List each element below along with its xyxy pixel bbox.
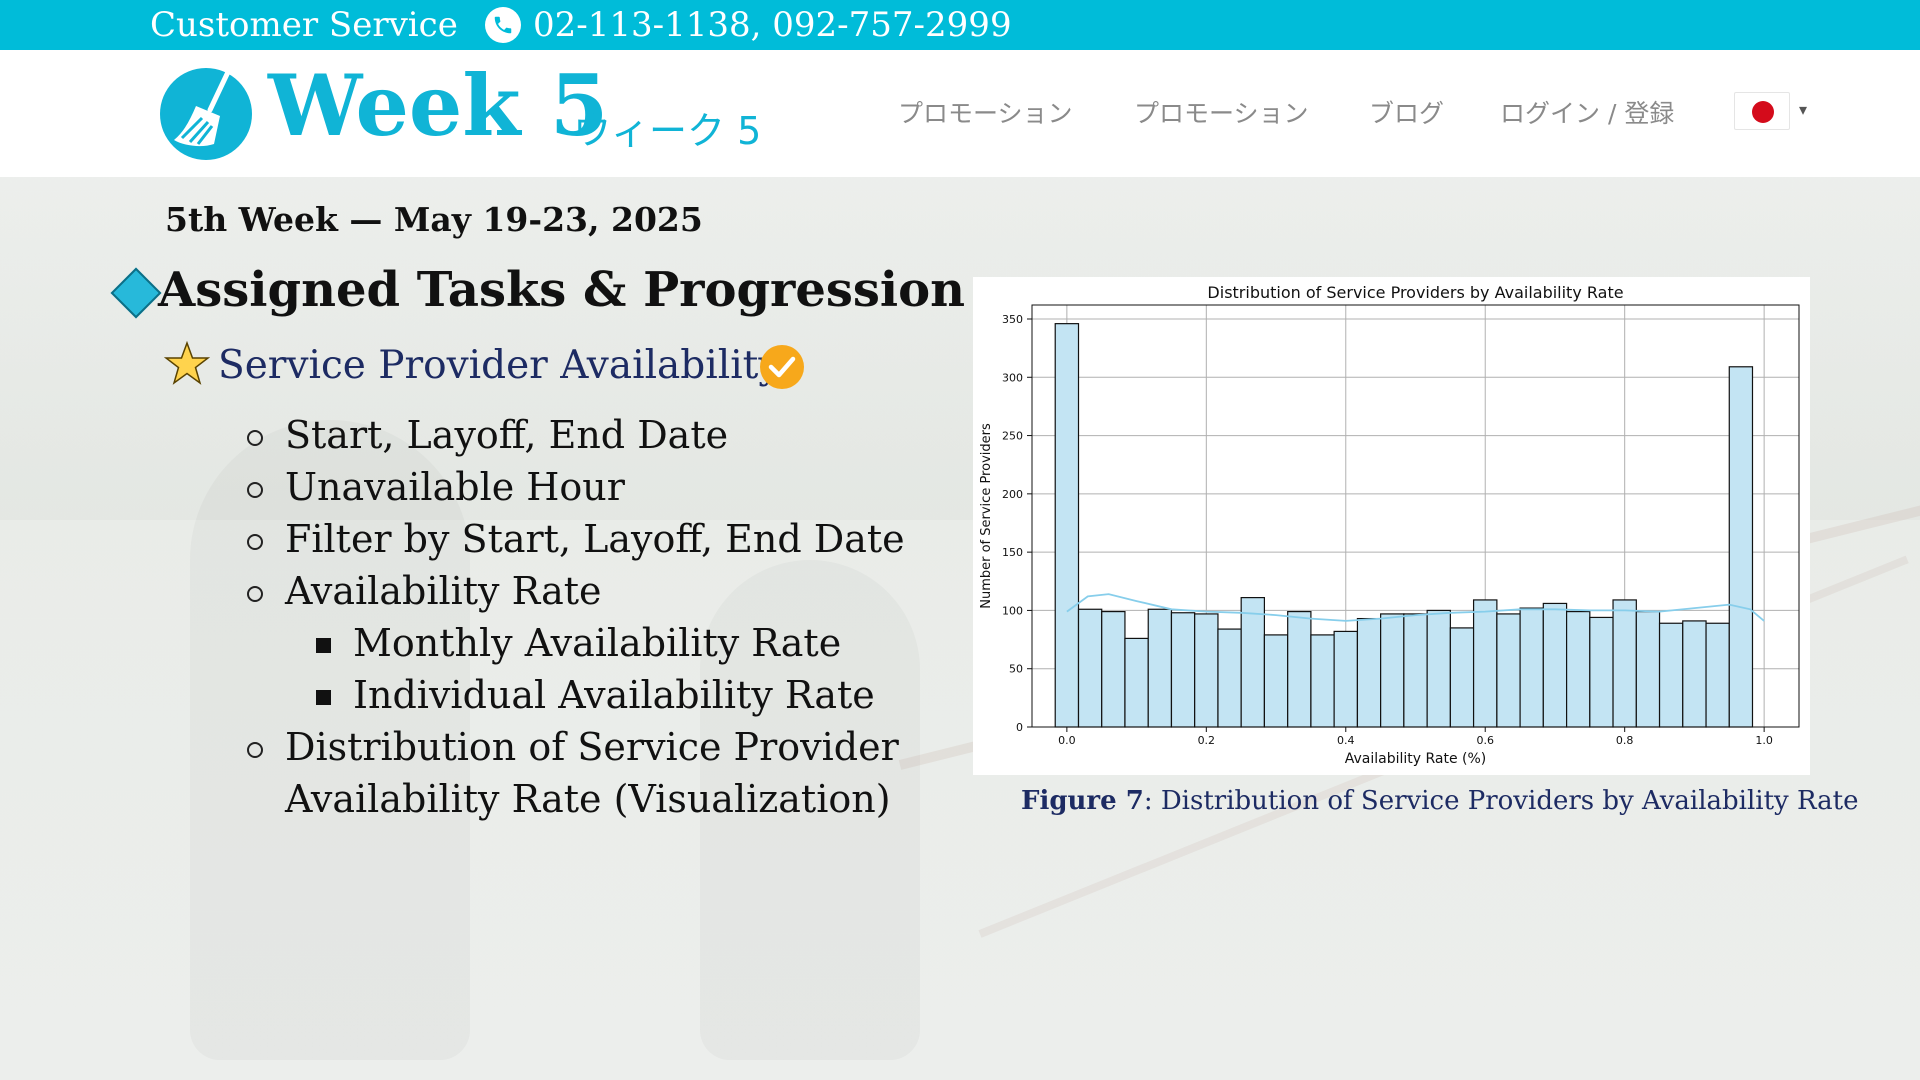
x-axis-label: Availability Rate (%) [1345, 751, 1487, 767]
hollow-bullet-icon [247, 430, 263, 446]
x-tick-label: 1.0 [1755, 734, 1773, 747]
histogram-bar [1217, 628, 1242, 728]
list-item: Unavailable Hour [285, 465, 625, 509]
section-title: Assigned Tasks & Progression [158, 262, 966, 318]
y-tick-label: 250 [1002, 430, 1023, 443]
histogram-bar [1612, 599, 1637, 728]
list-item: Filter by Start, Layoff, End Date [285, 517, 905, 561]
histogram-bar [1635, 610, 1661, 728]
figure-caption: Figure 7: Distribution of Service Provid… [1021, 786, 1859, 816]
list-item: Monthly Availability Rate [353, 621, 842, 665]
histogram-bar [1449, 627, 1475, 728]
logo-subtitle: ウィーク 5 [573, 109, 762, 153]
availability-histogram: 0.0 0.2 0.4 0.6 0.8 1.0 0 50 100 150 200 250 300 350 D… [973, 277, 1810, 775]
list-item: Individual Availability Rate [353, 673, 875, 717]
x-tick-label: 0.6 [1476, 734, 1494, 747]
hollow-bullet-icon [247, 482, 263, 498]
figure-caption-text: : Distribution of Service Providers by A… [1143, 786, 1859, 816]
chart-title: Distribution of Service Providers by Ava… [1207, 283, 1623, 302]
histogram-svg: 0.0 0.2 0.4 0.6 0.8 1.0 0 50 100 150 200 250 300 350 D… [979, 283, 1800, 767]
histogram-bar [1263, 634, 1289, 728]
list-item: Availability Rate [285, 569, 602, 613]
diamond-icon [110, 267, 162, 319]
histogram-bar [1380, 613, 1405, 728]
language-selector[interactable] [1734, 92, 1790, 130]
histogram-bar [1356, 617, 1382, 728]
x-tick-label: 0.4 [1337, 734, 1355, 747]
histogram-bar [1054, 323, 1080, 728]
histogram-bar [1658, 622, 1684, 728]
site-header: Week 5 ウィーク 5 プロモーション プロモーション ブログ ログイン /… [0, 50, 1920, 177]
nav-promotion-1[interactable]: プロモーション [898, 94, 1073, 130]
phone-icon [485, 7, 521, 43]
histogram-bar [1705, 622, 1730, 728]
check-icon [760, 345, 804, 389]
x-tick-label: 0.2 [1198, 734, 1216, 747]
star-icon [163, 340, 211, 387]
customer-service-label: Customer Service [150, 5, 458, 45]
nav-promotion-2[interactable]: プロモーション [1134, 94, 1309, 130]
square-bullet-icon [316, 638, 331, 653]
figure-label: Figure 7 [1021, 786, 1144, 816]
histogram-bar [1542, 602, 1568, 728]
hollow-bullet-icon [247, 742, 263, 758]
y-tick-label: 100 [1002, 604, 1023, 617]
y-tick-label: 50 [1009, 663, 1023, 676]
nav-login-register[interactable]: ログイン / 登録 [1500, 94, 1674, 130]
histogram-bar [1077, 608, 1103, 728]
logo-title[interactable]: Week 5 [268, 64, 608, 148]
histogram-bar [1333, 630, 1359, 728]
histogram-bar [1124, 637, 1149, 728]
list-item: Distribution of Service Provider [285, 725, 899, 769]
japan-flag-icon [1752, 101, 1774, 123]
histogram-bar [1589, 616, 1614, 728]
y-tick-label: 200 [1002, 488, 1023, 501]
y-tick-label: 350 [1002, 313, 1023, 326]
histogram-bar [1565, 610, 1591, 728]
y-tick-label: 0 [1016, 721, 1023, 734]
hollow-bullet-icon [247, 534, 263, 550]
histogram-bar [1472, 599, 1498, 728]
histogram-bar [1519, 607, 1544, 728]
x-tick-label: 0.8 [1616, 734, 1634, 747]
histogram-bar [1310, 634, 1335, 728]
histogram-bar [1496, 613, 1521, 728]
histogram-bar [1682, 620, 1707, 728]
nav-blog[interactable]: ブログ [1369, 94, 1444, 130]
square-bullet-icon [316, 690, 331, 705]
histogram-bar [1426, 609, 1451, 728]
list-item: Availability Rate (Visualization) [285, 777, 891, 821]
sub-title: Service Provider Availability [218, 343, 781, 388]
y-tick-label: 300 [1002, 371, 1023, 384]
list-item: Start, Layoff, End Date [285, 413, 729, 457]
y-axis-label: Number of Service Providers [979, 423, 994, 609]
histogram-bar [1101, 610, 1126, 728]
hollow-bullet-icon [247, 586, 263, 602]
top-contact-bar: Customer Service 02-113-1138, 092-757-29… [0, 0, 1920, 50]
histogram-bar [1287, 610, 1312, 728]
caret-down-icon[interactable]: ▾ [1799, 100, 1807, 119]
histogram-bar [1240, 597, 1266, 728]
histogram-bar [1170, 612, 1196, 728]
y-tick-label: 150 [1002, 546, 1023, 559]
x-tick-label: 0.0 [1058, 734, 1076, 747]
histogram-bar [1403, 613, 1428, 728]
histogram-bar [1147, 608, 1173, 728]
week-date: 5th Week — May 19-23, 2025 [165, 200, 703, 239]
histogram-bar [1728, 366, 1754, 728]
broom-logo-icon[interactable] [158, 66, 254, 162]
phone-numbers[interactable]: 02-113-1138, 092-757-2999 [533, 5, 1012, 45]
histogram-bar [1194, 613, 1219, 728]
